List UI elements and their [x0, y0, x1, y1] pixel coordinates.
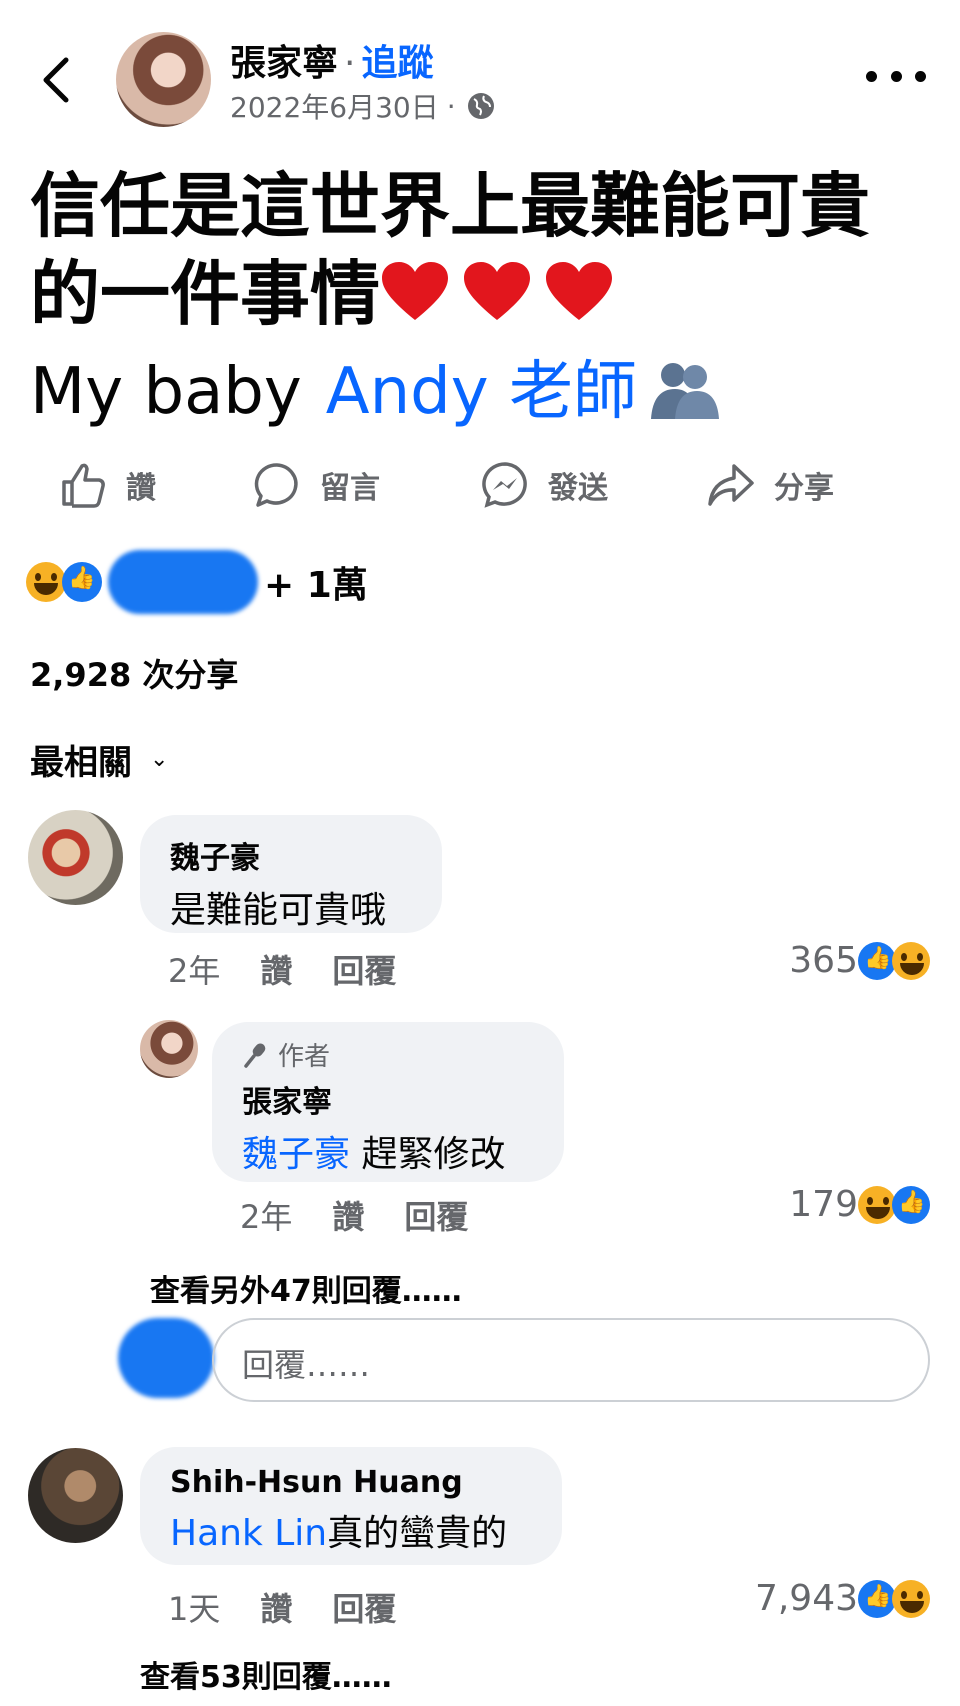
- share-label: 分享: [774, 471, 834, 506]
- comment-reaction-number: 365: [789, 940, 858, 981]
- commenter-avatar[interactable]: [28, 1448, 123, 1543]
- comment-button[interactable]: 留言: [252, 450, 380, 520]
- like-label: 讚: [126, 471, 156, 506]
- haha-reaction-icon: [892, 941, 930, 980]
- post-line-2-text: 的一件事情: [30, 253, 380, 335]
- chevron-down-icon: ⌄: [150, 747, 169, 772]
- comment-label: 留言: [320, 471, 380, 506]
- author-badge: 作者: [242, 1036, 534, 1073]
- comment-reaction-count[interactable]: 7,943: [755, 1578, 930, 1619]
- share-button[interactable]: 分享: [706, 450, 834, 520]
- post-date[interactable]: 2022年6月30日: [230, 86, 439, 126]
- reply-bubble: 作者 張家寧 魏子豪 趕緊修改: [212, 1022, 564, 1182]
- separator: ·: [344, 43, 356, 84]
- globe-icon: [467, 93, 494, 119]
- comment-time[interactable]: 1天: [168, 1584, 220, 1630]
- more-options-icon[interactable]: [866, 56, 926, 96]
- messenger-icon: [482, 462, 527, 508]
- haha-reaction-icon: [858, 1185, 896, 1224]
- comment-text-body: 真的蠻貴的: [327, 1513, 508, 1554]
- current-user-avatar: [118, 1318, 214, 1398]
- commenter-name[interactable]: 魏子豪: [170, 833, 412, 877]
- view-more-replies-link[interactable]: 查看53則回覆……: [140, 1652, 392, 1696]
- post-line-2: 的一件事情: [30, 250, 930, 338]
- comment-bubble: 魏子豪 是難能可貴哦: [140, 815, 442, 933]
- share-count[interactable]: 2,928 次分享: [30, 650, 238, 696]
- commenter-name[interactable]: Shih-Hsun Huang: [170, 1465, 532, 1500]
- comment-reaction-count[interactable]: 365: [789, 940, 930, 981]
- heart-emoji-icon: [464, 262, 530, 320]
- comment-bubble: Shih-Hsun Huang Hank Lin真的蠻貴的: [140, 1447, 562, 1565]
- reply-mention[interactable]: 魏子豪: [242, 1134, 350, 1175]
- post-line-3: My baby Andy 老師: [30, 340, 723, 432]
- reply-reaction-count[interactable]: 179: [789, 1184, 930, 1225]
- comment-reply-button[interactable]: 回覆: [332, 946, 396, 992]
- reaction-count: + 1萬: [264, 565, 368, 606]
- comment-time[interactable]: 2年: [168, 946, 220, 992]
- share-icon: [708, 464, 754, 506]
- post-action-bar: 讚 留言 發送 分享: [0, 450, 960, 520]
- date-dot: ·: [446, 89, 456, 123]
- follow-button[interactable]: 追蹤: [361, 43, 433, 84]
- haha-reaction-icon: [892, 1579, 930, 1618]
- reply-reply-button[interactable]: 回覆: [404, 1192, 468, 1238]
- comment-meta: 2年 讚 回覆: [168, 946, 396, 992]
- comment-text: Hank Lin真的蠻貴的: [170, 1504, 532, 1556]
- reply-like-button[interactable]: 讚: [332, 1192, 364, 1238]
- comment-text: 是難能可貴哦: [170, 890, 387, 931]
- author-reply-avatar[interactable]: [140, 1020, 198, 1078]
- reply-author-name[interactable]: 張家寧: [242, 1077, 534, 1121]
- like-icon: [62, 463, 105, 508]
- comment-mention[interactable]: Hank Lin: [170, 1513, 327, 1554]
- mention-link[interactable]: Andy 老師: [326, 355, 637, 429]
- comment-like-button[interactable]: 讚: [260, 946, 292, 992]
- post-line-1: 信任是這世界上最難能可貴: [30, 165, 870, 247]
- sort-label: 最相關: [30, 743, 132, 783]
- comment-sort-dropdown[interactable]: 最相關 ⌄: [30, 735, 168, 784]
- author-badge-label: 作者: [278, 1042, 331, 1072]
- back-arrow-icon[interactable]: [36, 52, 80, 108]
- people-hugging-emoji-icon: [650, 363, 719, 419]
- post-text: 信任是這世界上最難能可貴 的一件事情: [30, 162, 930, 338]
- author-avatar[interactable]: [116, 32, 211, 127]
- commenter-avatar[interactable]: [28, 810, 123, 905]
- post-line-3-text: My baby: [30, 355, 302, 429]
- like-reaction-icon: [892, 1185, 930, 1224]
- reaction-summary[interactable]: + 1萬: [26, 550, 368, 614]
- heart-emoji-icon: [546, 262, 612, 320]
- like-button[interactable]: 讚: [58, 450, 156, 520]
- send-label: 發送: [548, 471, 608, 506]
- comment-reply-button[interactable]: 回覆: [332, 1584, 396, 1630]
- haha-reaction-icon: [26, 562, 66, 602]
- comment-reaction-number: 7,943: [754, 1578, 858, 1619]
- send-button[interactable]: 發送: [480, 450, 608, 520]
- reply-reaction-number: 179: [789, 1184, 858, 1225]
- reply-input[interactable]: 回覆……: [212, 1318, 930, 1402]
- like-reaction-icon: [858, 1579, 896, 1618]
- post-date-line: 2022年6月30日 ·: [230, 86, 496, 126]
- comment-icon: [254, 463, 298, 507]
- comment-like-button[interactable]: 讚: [260, 1584, 292, 1630]
- reply-meta: 2年 讚 回覆: [240, 1192, 468, 1238]
- author-name[interactable]: 張家寧: [230, 43, 338, 84]
- post-header: 張家寧 · 追蹤 2022年6月30日 ·: [0, 0, 960, 150]
- reply-text: 魏子豪 趕緊修改: [242, 1125, 534, 1177]
- redacted-names: [108, 550, 258, 614]
- author-line: 張家寧 · 追蹤: [230, 34, 433, 86]
- like-reaction-icon: [62, 562, 102, 602]
- microphone-icon: [244, 1042, 266, 1068]
- like-reaction-icon: [858, 941, 896, 980]
- comment-meta: 1天 讚 回覆: [168, 1584, 396, 1630]
- view-more-replies-link[interactable]: 查看另外47則回覆……: [150, 1266, 462, 1310]
- heart-emoji-icon: [382, 262, 448, 320]
- reply-time[interactable]: 2年: [240, 1192, 292, 1238]
- reply-text-body: 趕緊修改: [350, 1134, 506, 1175]
